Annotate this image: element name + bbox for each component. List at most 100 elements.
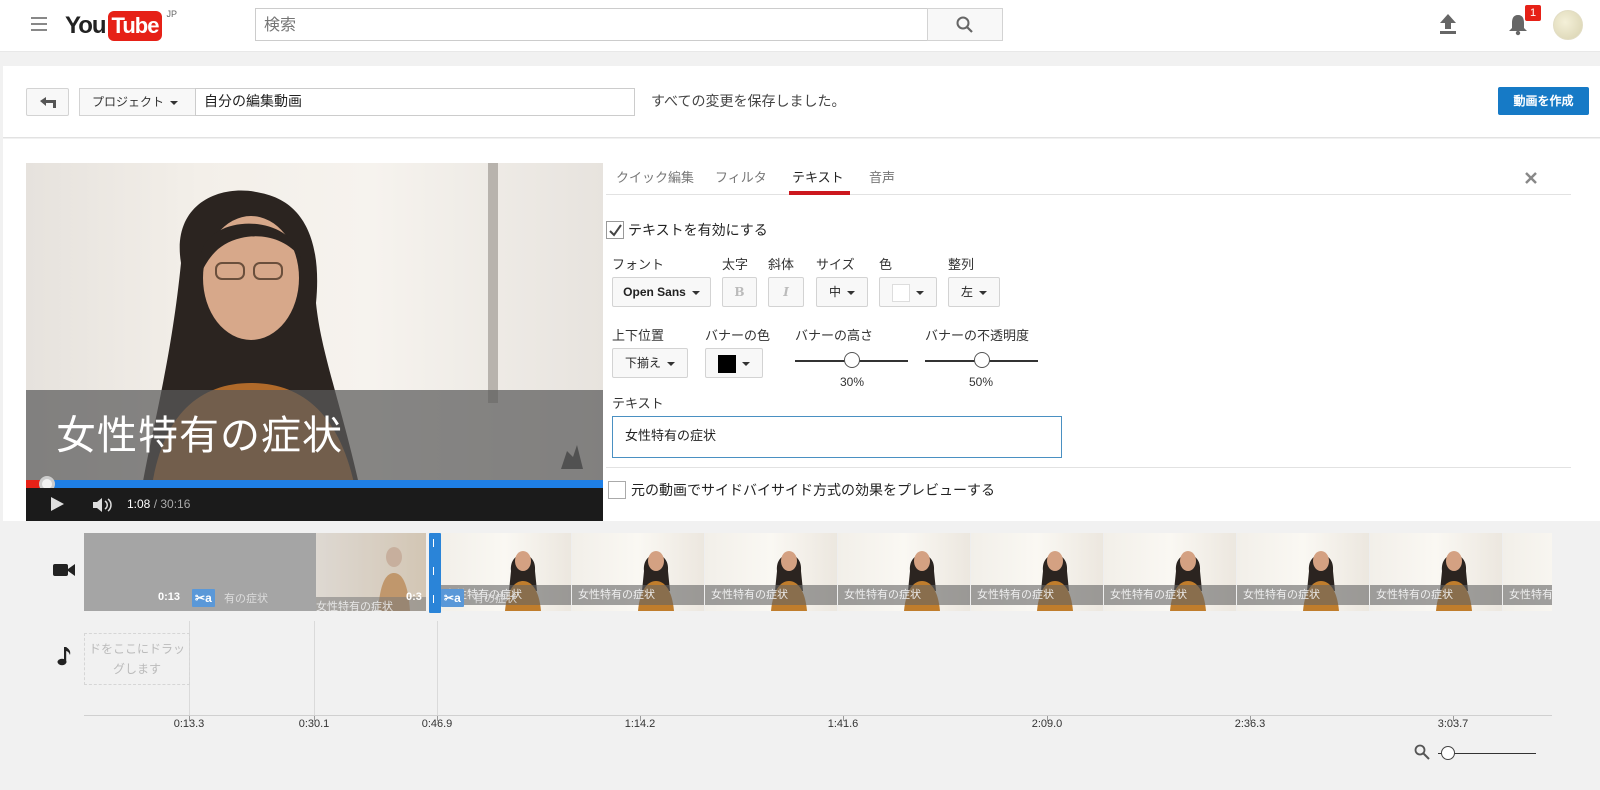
text-input[interactable]: 女性特有の症状: [612, 416, 1062, 458]
scissors-icon: ✂: [444, 591, 455, 605]
zoom-handle[interactable]: [1441, 746, 1455, 760]
music-note-icon: [57, 647, 71, 666]
duration: / 30:16: [153, 497, 191, 511]
search-input[interactable]: [255, 8, 927, 41]
size-label: サイズ: [816, 258, 855, 273]
play-icon[interactable]: [49, 496, 65, 512]
align-label: 整列: [948, 258, 975, 273]
clip-thumbnail[interactable]: 女性特有の症状: [971, 533, 1104, 611]
enable-text-row[interactable]: テキストを有効にする: [606, 220, 768, 240]
search-button[interactable]: [927, 8, 1003, 41]
font-dropdown[interactable]: Open Sans: [612, 277, 711, 307]
back-button[interactable]: [26, 88, 69, 116]
video-preview[interactable]: 女性特有の症状 1:08 / 30:16: [26, 163, 603, 521]
align-dropdown[interactable]: 左: [948, 277, 1000, 307]
size-dropdown[interactable]: 中: [816, 277, 868, 307]
timeline-gridline: [314, 621, 315, 715]
clip-thumbnail[interactable]: 女性特有の症状: [838, 533, 971, 611]
volume-icon[interactable]: [92, 497, 116, 513]
font-label: フォント: [612, 258, 665, 273]
ruler-tick-label: 2:09.0: [1031, 718, 1063, 730]
chevron-down-icon: [916, 290, 924, 295]
clip-thumbnail[interactable]: 女性特有の症状: [1503, 533, 1552, 611]
logo-tube-text: Tube: [107, 11, 163, 41]
progress-bar[interactable]: [26, 480, 603, 488]
bold-button[interactable]: B: [722, 277, 757, 307]
clip-text-label: 女性特有の症状: [838, 585, 970, 605]
video-track[interactable]: 女性特有の症状 女性特有の症状 女性特有の症状 女性特有の症状 女性特有の症状 …: [84, 533, 1552, 611]
text-effect-glyph: a: [454, 591, 461, 605]
chevron-down-icon: [742, 361, 750, 366]
banner-opacity-handle[interactable]: [973, 352, 990, 368]
italic-button[interactable]: I: [768, 277, 804, 307]
banner-opacity-label: バナーの不透明度: [925, 329, 1030, 344]
text-effect-badge[interactable]: ✂a: [192, 589, 215, 607]
active-tab-indicator: [789, 191, 850, 195]
clip-text-label: 女性特有の症状: [705, 585, 837, 605]
text-effect-badge[interactable]: ✂a: [441, 589, 464, 607]
timeline-gridline: [437, 621, 438, 715]
clip-thumbnail[interactable]: 女性特有の症状: [1104, 533, 1237, 611]
tab-filters[interactable]: フィルタ: [715, 167, 767, 186]
text-color-swatch: [892, 283, 910, 302]
side-by-side-checkbox[interactable]: [608, 481, 626, 499]
side-by-side-label: 元の動画でサイドバイサイド方式の効果をプレビューする: [631, 483, 995, 499]
clip-text-label: 女性特有の症状: [1503, 585, 1552, 605]
masthead: You Tube JP 1: [0, 0, 1600, 52]
audio-hint-line2: グします: [112, 662, 161, 676]
timeline: 女性特有の症状 女性特有の症状 女性特有の症状 女性特有の症状 女性特有の症状 …: [0, 521, 1600, 790]
project-name-input[interactable]: 自分の編集動画: [195, 88, 635, 116]
ruler-tick-label: 0:46.9: [421, 718, 453, 730]
youtube-logo[interactable]: You Tube JP: [65, 9, 177, 41]
banner-height-handle[interactable]: [843, 352, 860, 368]
text-color-dropdown[interactable]: [879, 277, 937, 307]
avatar[interactable]: [1553, 10, 1583, 40]
side-by-side-row[interactable]: 元の動画でサイドバイサイド方式の効果をプレビューする: [608, 480, 995, 500]
back-arrow-icon: [40, 97, 56, 108]
logo-region: JP: [166, 9, 177, 19]
divider: [606, 467, 1571, 468]
banner-color-label: バナーの色: [705, 329, 771, 344]
clip-thumbnail[interactable]: 女性特有の症状: [572, 533, 705, 611]
align-dropdown-value: 左: [960, 285, 973, 299]
audio-hint-line1: ドをここにドラッ: [88, 642, 185, 656]
tab-text[interactable]: テキスト: [792, 167, 844, 186]
ruler-tick-label: 3:03.7: [1437, 718, 1469, 730]
chevron-down-icon: [691, 290, 700, 295]
project-dropdown[interactable]: プロジェクト: [79, 88, 196, 116]
scissors-icon: ✂: [195, 591, 206, 605]
handle-grip: [433, 595, 434, 603]
upload-icon[interactable]: [1437, 12, 1459, 36]
clip-time-badge: 0:13: [158, 591, 181, 603]
ruler-tick-label: 1:41.6: [827, 718, 859, 730]
clip-split-handle[interactable]: [429, 533, 441, 613]
close-icon[interactable]: [1524, 171, 1538, 185]
tab-quick-edit[interactable]: クイック編集: [616, 167, 694, 186]
chevron-down-icon: [170, 100, 179, 105]
create-video-button[interactable]: 動画を作成: [1498, 87, 1589, 115]
size-dropdown-value: 中: [828, 285, 841, 299]
time-display: 1:08 / 30:16: [127, 497, 190, 511]
banner-color-dropdown[interactable]: [705, 348, 763, 378]
enable-text-checkbox[interactable]: [606, 221, 624, 239]
clip-text-label-partial: 有の症状: [224, 592, 268, 605]
position-dropdown[interactable]: 下揃え: [612, 348, 688, 378]
notification-count-badge: 1: [1525, 5, 1541, 21]
position-label: 上下位置: [612, 329, 665, 344]
tab-audio[interactable]: 音声: [869, 167, 895, 186]
search-bar: [255, 8, 1003, 41]
current-time: 1:08: [127, 497, 151, 511]
clip-thumbnail[interactable]: 女性特有の症状: [1237, 533, 1370, 611]
clip-thumbnail[interactable]: 女性特有の症状: [1370, 533, 1503, 611]
background-pole: [488, 163, 498, 403]
audio-drop-zone[interactable]: ドをここにドラッ グします: [84, 633, 190, 685]
hamburger-menu-icon[interactable]: [31, 17, 47, 31]
video-controls: 1:08 / 30:16: [26, 488, 603, 521]
clip-text-label: 女性特有の症状: [1237, 585, 1369, 605]
clip-text-label: 女性特有の症状: [1370, 585, 1502, 605]
font-dropdown-value: Open Sans: [623, 285, 686, 299]
text-label: テキスト: [612, 397, 664, 412]
clip-thumbnail[interactable]: 女性特有の症状: [705, 533, 838, 611]
video-camera-icon: [53, 564, 75, 576]
banner-opacity-value: 50%: [969, 375, 994, 389]
